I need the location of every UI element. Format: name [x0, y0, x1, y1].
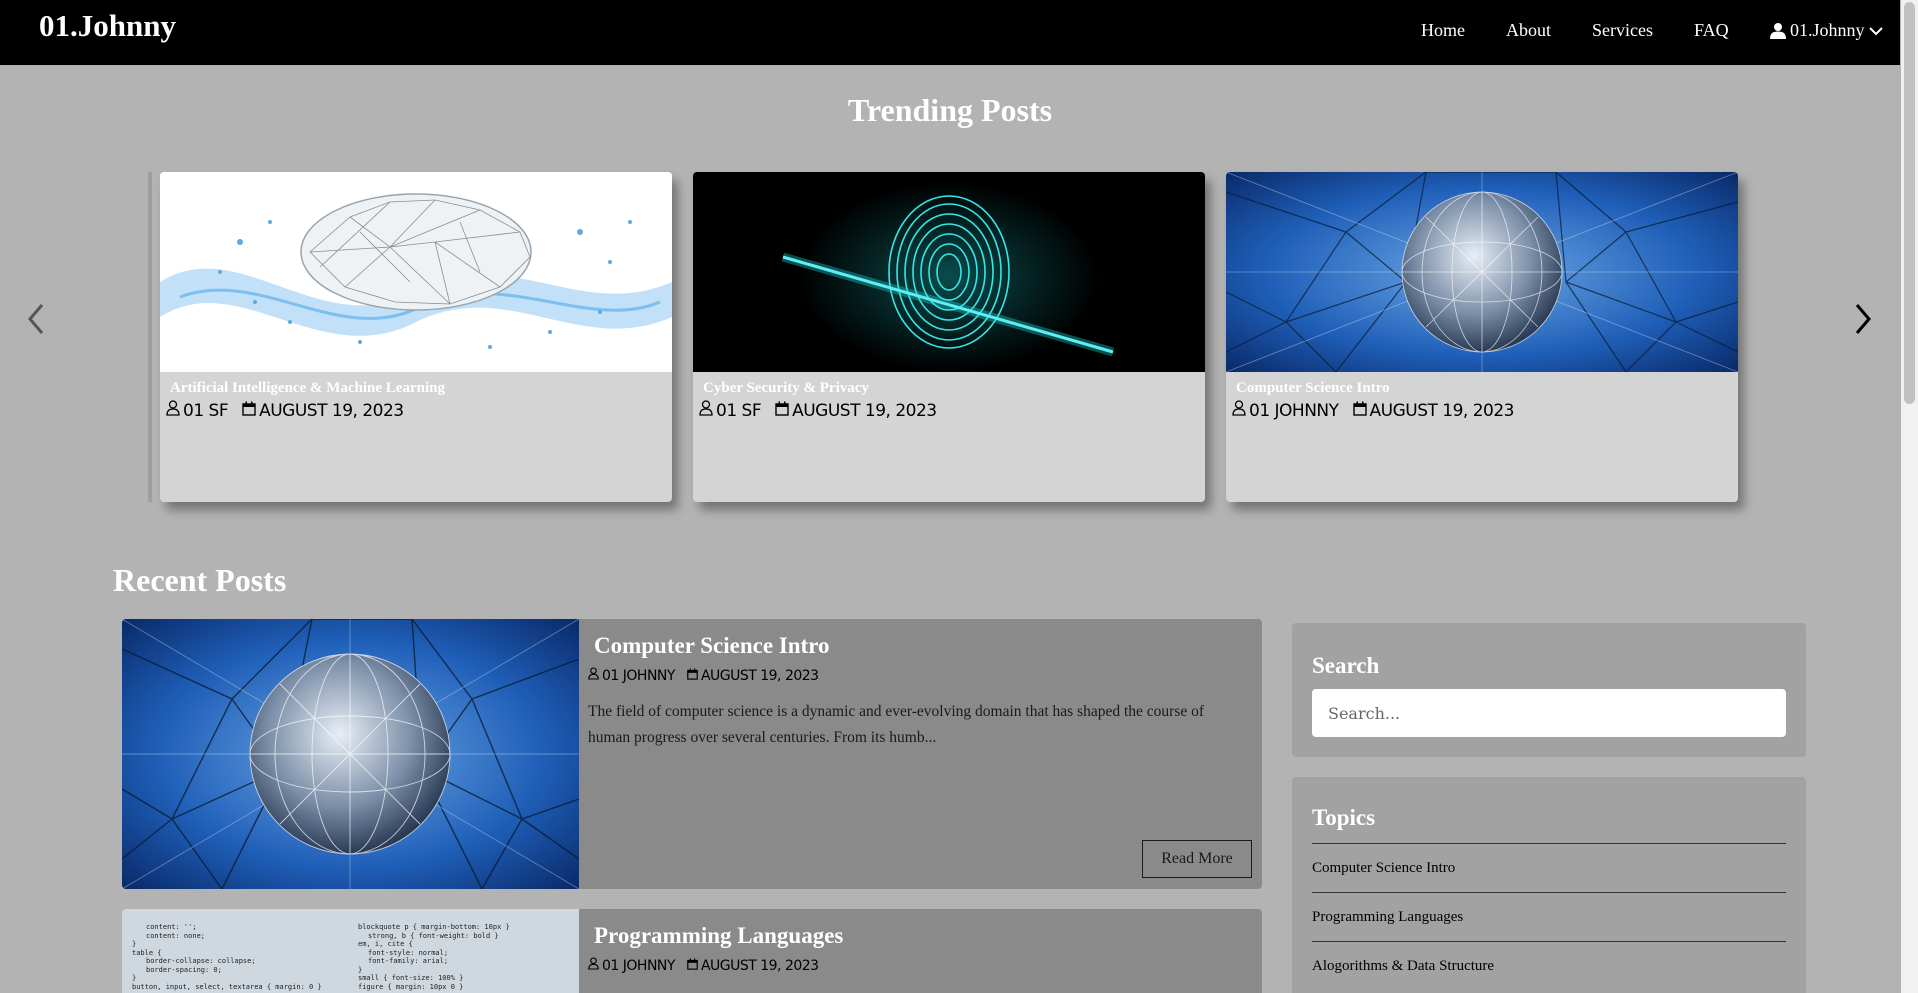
trending-card-meta: 01 JOHNNY AUGUST 19, 2023: [1232, 400, 1515, 421]
author-name[interactable]: 01 SF: [183, 401, 229, 421]
carousel-prev-button[interactable]: [26, 302, 46, 340]
brand-logo[interactable]: 01.Johnny: [39, 8, 176, 44]
nav-link-services[interactable]: Services: [1592, 20, 1653, 41]
chevron-left-icon: [26, 304, 46, 340]
code-line: small { font-size: 100% }: [358, 974, 464, 982]
code-line: }: [132, 974, 137, 982]
code-line: em, i, cite {: [358, 940, 413, 948]
page-scrollbar[interactable]: [1901, 0, 1918, 993]
topics-widget: Topics Computer Science Intro Programmin…: [1292, 777, 1806, 993]
trending-card[interactable]: Cyber Security & Privacy 01 SF AUGUST 19…: [693, 172, 1205, 502]
network-globe-image[interactable]: [122, 619, 579, 889]
post-meta: 01 JOHNNY AUGUST 19, 2023: [588, 667, 819, 684]
search-input[interactable]: [1312, 689, 1786, 737]
glowing-fingerprint-image: [693, 172, 1205, 372]
code-line: font-family: arial;: [368, 957, 449, 965]
chevron-down-icon: [1868, 26, 1883, 36]
ai-brain-network-image: [160, 172, 672, 372]
code-line: blockquote p { margin-bottom: 10px }: [358, 923, 510, 931]
topics-widget-title: Topics: [1312, 805, 1376, 830]
user-icon: [1770, 22, 1786, 39]
author-name[interactable]: 01 JOHNNY: [1249, 401, 1339, 421]
carousel-prev-card-edge: [148, 172, 152, 502]
post-title[interactable]: Programming Languages: [594, 923, 843, 949]
post-meta: 01 JOHNNY AUGUST 19, 2023: [588, 957, 819, 974]
scrollbar-thumb[interactable]: [1904, 2, 1915, 404]
recent-post-card: content: ''; content: none; } table { bo…: [122, 909, 1262, 993]
code-line: border-collapse: collapse;: [146, 957, 256, 965]
author-name[interactable]: 01 JOHNNY: [602, 668, 675, 684]
top-navbar: 01.Johnny Home About Services FAQ 01.Joh…: [0, 0, 1900, 65]
code-snippet-image[interactable]: content: ''; content: none; } table { bo…: [122, 909, 579, 993]
recent-posts-title: Recent Posts: [113, 562, 287, 598]
code-line: content: '';: [146, 923, 197, 931]
user-icon: [588, 957, 599, 974]
code-line: figure { margin: 10px 0 }: [358, 982, 464, 991]
trending-posts-title: Trending Posts: [847, 92, 1053, 128]
carousel-next-button[interactable]: [1853, 302, 1873, 340]
post-date: AUGUST 19, 2023: [792, 400, 937, 421]
user-icon: [1232, 400, 1246, 421]
code-line: table {: [132, 948, 162, 957]
user-name: 01.Johnny: [1790, 20, 1865, 40]
code-line: button, input, select, textarea { margin…: [132, 982, 322, 991]
recent-post-card: Computer Science Intro 01 JOHNNY AUGUST …: [122, 619, 1262, 889]
post-title[interactable]: Computer Science Intro: [594, 633, 830, 659]
code-line: }: [132, 940, 137, 948]
calendar-icon: [687, 958, 698, 974]
nav-link-faq[interactable]: FAQ: [1694, 20, 1729, 41]
post-date: AUGUST 19, 2023: [700, 667, 819, 684]
read-more-button[interactable]: Read More: [1142, 840, 1252, 878]
author-name[interactable]: 01 SF: [716, 401, 762, 421]
trending-card-meta: 01 SF AUGUST 19, 2023: [166, 400, 404, 421]
post-date: AUGUST 19, 2023: [700, 957, 819, 974]
topic-list: Computer Science Intro Programming Langu…: [1312, 843, 1786, 990]
user-icon: [588, 667, 599, 684]
calendar-icon: [687, 668, 698, 684]
trending-card-category[interactable]: Artificial Intelligence & Machine Learni…: [170, 380, 445, 397]
calendar-icon: [1352, 401, 1367, 421]
search-widget: Search: [1292, 623, 1806, 757]
trending-card-category[interactable]: Computer Science Intro: [1236, 380, 1390, 397]
topic-item[interactable]: Computer Science Intro: [1312, 843, 1786, 892]
chevron-right-icon: [1853, 304, 1873, 340]
user-menu-toggle[interactable]: 01.Johnny: [1770, 20, 1883, 41]
trending-card-meta: 01 SF AUGUST 19, 2023: [699, 400, 937, 421]
nav-link-about[interactable]: About: [1506, 20, 1551, 41]
post-date: AUGUST 19, 2023: [259, 400, 404, 421]
code-line: strong, b { font-weight: bold }: [368, 931, 499, 940]
trending-card[interactable]: Artificial Intelligence & Machine Learni…: [160, 172, 672, 502]
trending-card[interactable]: Computer Science Intro 01 JOHNNY AUGUST …: [1226, 172, 1738, 502]
author-name[interactable]: 01 JOHNNY: [602, 958, 675, 974]
code-line: border-spacing: 0;: [146, 965, 222, 974]
search-widget-title: Search: [1312, 653, 1380, 678]
code-line: font-style: normal;: [368, 948, 449, 957]
calendar-icon: [775, 401, 789, 421]
user-icon: [699, 400, 713, 421]
nav-link-home[interactable]: Home: [1421, 20, 1465, 41]
post-excerpt: The field of computer science is a dynam…: [588, 703, 1205, 746]
topic-item[interactable]: Programming Languages: [1312, 892, 1786, 941]
calendar-icon: [242, 401, 256, 421]
code-line: }: [358, 965, 363, 974]
network-globe-image: [1226, 172, 1738, 372]
code-line: content: none;: [146, 931, 206, 940]
user-icon: [166, 400, 180, 421]
post-date: AUGUST 19, 2023: [1369, 400, 1515, 421]
trending-card-category[interactable]: Cyber Security & Privacy: [703, 380, 869, 397]
topic-item[interactable]: Alogorithms & Data Structure: [1312, 941, 1786, 990]
